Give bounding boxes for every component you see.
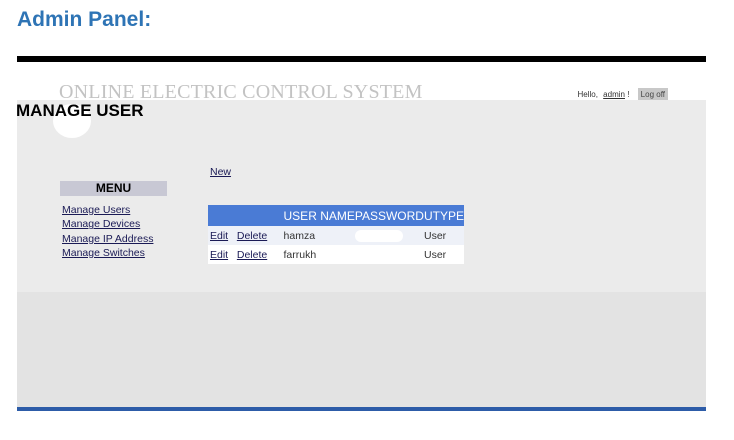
edit-link[interactable]: Edit bbox=[210, 249, 228, 261]
username-link[interactable]: admin bbox=[603, 90, 625, 99]
sidebar-menu: Manage Users Manage Devices Manage IP Ad… bbox=[62, 203, 153, 260]
document-heading: Admin Panel: bbox=[17, 8, 152, 31]
cell-password-redacted bbox=[354, 226, 424, 245]
column-header-username: USER NAME bbox=[283, 205, 355, 226]
new-user-link[interactable]: New bbox=[210, 166, 231, 178]
cell-username: farrukh bbox=[283, 245, 355, 264]
menu-item-manage-switches[interactable]: Manage Switches bbox=[62, 246, 153, 260]
row-actions: Edit Delete bbox=[208, 245, 284, 264]
redaction-mark bbox=[362, 247, 385, 262]
page-title: MANAGE USER bbox=[17, 101, 144, 120]
menu-item-manage-ip-address[interactable]: Manage IP Address bbox=[62, 232, 153, 246]
taskbar bbox=[17, 407, 706, 411]
edit-link[interactable]: Edit bbox=[210, 230, 228, 242]
greeting-text: Hello, bbox=[577, 90, 598, 99]
column-header-utype: UTYPE bbox=[423, 205, 464, 226]
column-header-actions bbox=[208, 205, 284, 226]
menu-title: MENU bbox=[60, 181, 167, 196]
table-row: Edit Delete farrukh User bbox=[208, 245, 464, 264]
site-header: ONLINE ELECTRIC CONTROL SYSTEM Hello, ad… bbox=[17, 62, 706, 103]
users-table: USER NAME PASSWORD UTYPE Edit Delete ham… bbox=[208, 205, 464, 264]
cell-username: hamza bbox=[283, 226, 355, 245]
delete-link[interactable]: Delete bbox=[237, 249, 267, 261]
menu-item-manage-users[interactable]: Manage Users bbox=[62, 203, 153, 217]
greeting-suffix: ! bbox=[627, 90, 630, 99]
cell-password-redacted bbox=[354, 245, 424, 264]
row-actions: Edit Delete bbox=[208, 226, 284, 245]
cell-utype: User bbox=[423, 245, 464, 264]
redaction-mark bbox=[354, 229, 403, 242]
delete-link[interactable]: Delete bbox=[237, 230, 267, 242]
table-header-row: USER NAME PASSWORD UTYPE bbox=[208, 205, 464, 226]
browser-screenshot: ONLINE ELECTRIC CONTROL SYSTEM Hello, ad… bbox=[17, 56, 706, 411]
table-row: Edit Delete hamza User bbox=[208, 226, 464, 245]
main-content: MANAGE USER New MENU Manage Users Manage… bbox=[17, 100, 706, 292]
cell-utype: User bbox=[423, 226, 464, 245]
column-header-password: PASSWORD bbox=[354, 205, 424, 226]
menu-item-manage-devices[interactable]: Manage Devices bbox=[62, 217, 153, 231]
